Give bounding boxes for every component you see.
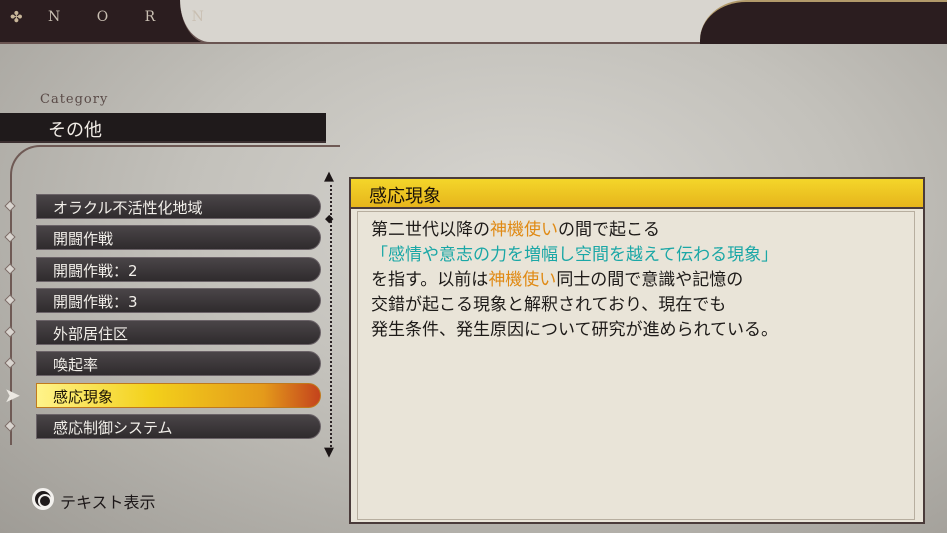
list-item-label: 開闘作戦 (53, 230, 114, 248)
scroll-down-arrow-icon[interactable]: ▼ (324, 445, 334, 460)
flower-emblem-icon: ✤ (10, 8, 23, 26)
list-item[interactable]: 開闘作戦 (36, 225, 321, 250)
panel-title: 感応現象 (369, 186, 441, 207)
list-item-label: 感応制御システム (53, 419, 173, 437)
panel-title-bar: 感応現象 (351, 179, 923, 209)
body-text: 同士の間で意識や記憶の (556, 270, 744, 290)
list-item-selected[interactable]: 感応現象 (36, 383, 321, 408)
list-item-label: 開闘作戦：3 (53, 293, 138, 311)
list-item[interactable]: 感応制御システム (36, 414, 321, 439)
cursor-wing-icon: ➤ (4, 383, 21, 407)
body-text: の間で起こる (558, 220, 660, 240)
list-item-label: 外部居住区 (53, 325, 129, 343)
list-item[interactable]: 喚起率 (36, 351, 321, 376)
body-text: 第二世代以降の (371, 220, 490, 240)
body-text: を指す。以前は (371, 270, 489, 290)
list-item-label: オラクル不活性化地域 (53, 199, 203, 217)
body-line-1: 第二世代以降の神機使いの間で起こる (371, 218, 911, 243)
top-bar-curve (180, 0, 760, 44)
list-item[interactable]: 外部居住区 (36, 320, 321, 345)
circle-button-icon[interactable] (32, 488, 54, 510)
description-panel: 感応現象 第二世代以降の神機使いの間で起こる 「感情や意志の力を増幅し空間を越え… (349, 177, 925, 524)
scroll-up-arrow-icon[interactable]: ▲ (324, 169, 334, 184)
body-line-3: を指す。以前は神機使い同士の間で意識や記憶の (371, 268, 911, 293)
body-line-5: 発生条件、発生原因について研究が進められている。 (371, 320, 778, 340)
keyword-highlight: 神機使い (490, 220, 558, 240)
category-label: Category (40, 92, 109, 107)
scroll-thumb-icon[interactable]: ◆ (325, 212, 333, 225)
list-item[interactable]: オラクル不活性化地域 (36, 194, 321, 219)
top-bar-right (700, 0, 947, 44)
list-item-label: 喚起率 (53, 356, 99, 374)
list-item-label: 開闘作戦：2 (53, 262, 138, 280)
list-item[interactable]: 開闘作戦：2 (36, 257, 321, 282)
list-item-label: 感応現象 (53, 388, 114, 406)
text-display-hint[interactable]: テキスト表示 (60, 489, 156, 513)
category-value: その他 (48, 120, 102, 141)
panel-body-text: 第二世代以降の神機使いの間で起こる 「感情や意志の力を増幅し空間を越えて伝わる現… (371, 218, 911, 343)
list-item[interactable]: 開闘作戦：3 (36, 288, 321, 313)
body-line-4: 交錯が起こる現象と解釈されており、現在でも (371, 295, 727, 315)
keyword-highlight: 神機使い (488, 270, 557, 290)
body-line-2-quote: 「感情や意志の力を増幅し空間を越えて伝わる現象」 (371, 245, 779, 265)
brand-title: N O R N (48, 9, 220, 25)
